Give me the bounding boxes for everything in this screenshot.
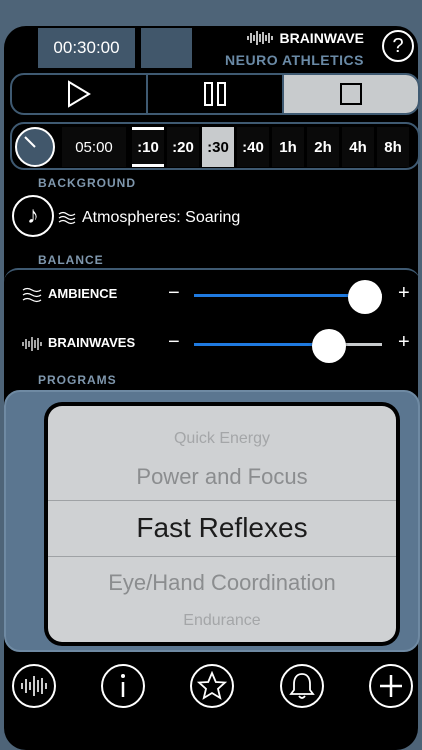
program-picker-wheel[interactable]: Quick Energy Power and Focus Fast Reflex… [48, 406, 396, 642]
star-icon [197, 671, 227, 700]
duration-label: 1h [279, 138, 297, 156]
waves-icon [22, 287, 42, 303]
play-icon [68, 80, 91, 108]
duration-selector: 05:00 :10 :20 :30 :40 1h 2h 4h 8h [10, 122, 420, 170]
info-icon [121, 674, 125, 697]
program-item[interactable]: Quick Energy [48, 430, 396, 448]
brainwaves-slider-thumb[interactable] [312, 329, 346, 363]
brand-logo: BRAINWAVE NEURO ATHLETICS [214, 28, 372, 72]
duration-option-8h[interactable]: 8h [377, 127, 409, 167]
dial-icon [24, 136, 36, 148]
ambience-row: AMBIENCE − + [20, 280, 416, 314]
background-track-label: Atmospheres: Soaring [82, 209, 241, 226]
ambience-label: AMBIENCE [48, 286, 118, 301]
duration-option-10[interactable]: :10 [132, 127, 164, 167]
duration-label: :20 [172, 138, 194, 156]
picker-selection-top-line [48, 500, 396, 501]
set-time-text: 05:00 [75, 138, 113, 156]
info-button[interactable] [101, 664, 145, 708]
waves-icon [58, 211, 76, 225]
picker-selection-bottom-line [48, 556, 396, 557]
waveform-icon [22, 337, 42, 351]
duration-option-2h[interactable]: 2h [307, 127, 339, 167]
duration-label: :40 [242, 138, 264, 156]
program-item[interactable]: Endurance [48, 612, 396, 630]
add-button[interactable] [369, 664, 413, 708]
duration-option-40[interactable]: :40 [237, 127, 269, 167]
duration-option-20[interactable]: :20 [167, 127, 199, 167]
stop-button[interactable] [284, 75, 418, 113]
program-item[interactable]: Eye/Hand Coordination [48, 570, 396, 596]
program-picker[interactable]: Quick Energy Power and Focus Fast Reflex… [44, 402, 400, 646]
plus-icon [380, 675, 402, 697]
waveform-icon [21, 676, 47, 696]
help-button[interactable]: ? [382, 30, 414, 62]
brainwaves-label: BRAINWAVES [48, 335, 136, 350]
music-note-button[interactable]: ♪ [12, 195, 54, 237]
programs-panel: Quick Energy Power and Focus Fast Reflex… [4, 390, 420, 652]
favorites-button[interactable] [190, 664, 234, 708]
bottom-toolbar [0, 660, 422, 716]
duration-label: :30 [207, 138, 229, 156]
duration-label: 8h [384, 138, 402, 156]
brand-text: BRAINWAVE [279, 30, 364, 46]
duration-option-30[interactable]: :30 [202, 127, 234, 167]
background-row[interactable]: ♪ Atmospheres: Soaring [10, 195, 420, 255]
ambience-minus-button[interactable]: − [168, 282, 180, 305]
brainwaves-minus-button[interactable]: − [168, 331, 180, 354]
brand-line1: BRAINWAVE [247, 30, 364, 46]
timer-display: 00:30:00 [38, 28, 135, 68]
brainwaves-slider-fill [194, 343, 329, 346]
ambience-slider-thumb[interactable] [348, 280, 382, 314]
duration-label: 4h [349, 138, 367, 156]
pause-icon [204, 82, 226, 106]
stop-icon [340, 83, 362, 105]
brainwaves-slider[interactable] [194, 329, 382, 363]
programs-section-label: PROGRAMS [38, 373, 117, 387]
brand-subtitle: NEURO ATHLETICS [225, 52, 364, 68]
duration-label: :10 [137, 138, 159, 156]
play-button[interactable] [12, 75, 148, 113]
timer-secondary-box [141, 28, 192, 68]
program-item-selected[interactable]: Fast Reflexes [48, 512, 396, 544]
alarm-button[interactable] [280, 664, 324, 708]
brainwaves-plus-button[interactable]: + [398, 331, 410, 354]
help-label: ? [392, 34, 404, 57]
timer-dial[interactable] [15, 127, 55, 167]
music-note-icon: ♪ [27, 202, 39, 229]
pause-button[interactable] [148, 75, 284, 113]
brainwaves-row: BRAINWAVES − + [20, 329, 416, 363]
timer-text: 00:30:00 [53, 38, 120, 57]
ambience-slider[interactable] [194, 280, 382, 314]
waveform-icon [247, 31, 274, 45]
ambience-slider-fill [194, 294, 365, 297]
duration-label: 2h [314, 138, 332, 156]
ambience-plus-button[interactable]: + [398, 282, 410, 305]
transport-controls [10, 73, 420, 115]
duration-option-4h[interactable]: 4h [342, 127, 374, 167]
balance-section-label: BALANCE [38, 253, 104, 267]
background-track[interactable]: Atmospheres: Soaring [58, 209, 240, 227]
set-time-display[interactable]: 05:00 [62, 127, 126, 167]
program-item[interactable]: Power and Focus [48, 464, 396, 490]
background-section-label: BACKGROUND [38, 176, 136, 190]
duration-option-1h[interactable]: 1h [272, 127, 304, 167]
bell-icon [289, 673, 315, 699]
brainwave-tab-button[interactable] [12, 664, 56, 708]
